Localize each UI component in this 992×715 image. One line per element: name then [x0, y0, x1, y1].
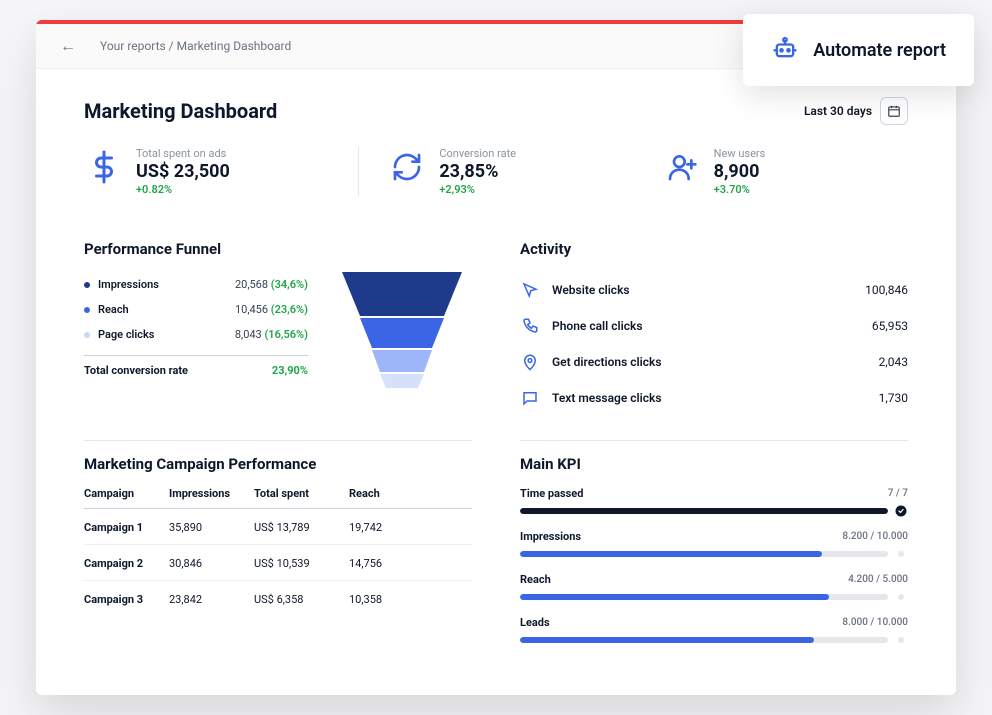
activity-row-website: Website clicks 100,846 — [520, 272, 908, 308]
kpi-item: Reach 4.200 / 5.000 — [520, 573, 908, 604]
metric-value: US$ 23,500 — [136, 161, 230, 182]
kpi-value: 7 / 7 — [888, 488, 908, 499]
th-reach: Reach — [349, 487, 419, 500]
check-circle-icon — [894, 504, 908, 518]
breadcrumb[interactable]: Your reports / Marketing Dashboard — [100, 39, 291, 53]
metric-value: 23,85% — [439, 161, 516, 182]
date-range-label: Last 30 days — [804, 104, 872, 118]
activity-list: Website clicks 100,846 Phone call clicks… — [520, 272, 908, 416]
table-row: Campaign 1 35,890 US$ 13,789 19,742 — [84, 509, 472, 545]
kpi-list: Time passed 7 / 7 Impressions 8.200 / 10… — [520, 487, 908, 647]
robot-icon — [771, 34, 799, 66]
automate-report-label: Automate report — [813, 40, 946, 61]
metric-label: New users — [714, 147, 766, 160]
metric-change: +2,93% — [439, 183, 516, 196]
activity-row-phone: Phone call clicks 65,953 — [520, 308, 908, 344]
message-icon — [520, 388, 540, 408]
pin-icon — [520, 352, 540, 372]
metric-total-spent: Total spent on ads US$ 23,500 +0.82% — [84, 147, 330, 196]
funnel-row-reach: Reach 10,456 (23,6%) — [84, 297, 308, 322]
refresh-icon — [387, 147, 427, 187]
cursor-icon — [520, 280, 540, 300]
automate-report-button[interactable]: Automate report — [743, 14, 974, 86]
metric-value: 8,900 — [714, 161, 766, 182]
th-impressions: Impressions — [169, 487, 254, 500]
activity-section-title: Activity — [520, 240, 908, 258]
funnel-section-title: Performance Funnel — [84, 240, 472, 258]
funnel-chart — [332, 272, 472, 392]
th-campaign: Campaign — [84, 487, 169, 500]
calendar-icon[interactable] — [880, 97, 908, 125]
metric-conversion-rate: Conversion rate 23,85% +2,93% — [387, 147, 633, 196]
funnel-row-impressions: Impressions 20,568 (34,6%) — [84, 272, 308, 297]
kpi-value: 4.200 / 5.000 — [848, 574, 908, 585]
kpi-label: Reach — [520, 573, 551, 586]
kpi-item: Time passed 7 / 7 — [520, 487, 908, 518]
metric-change: +3.70% — [714, 183, 766, 196]
kpi-item: Impressions 8.200 / 10.000 — [520, 530, 908, 561]
table-row: Campaign 2 30,846 US$ 10,539 14,756 — [84, 545, 472, 581]
phone-icon — [520, 316, 540, 336]
th-spent: Total spent — [254, 487, 349, 500]
table-row: Campaign 3 23,842 US$ 6,358 10,358 — [84, 581, 472, 616]
activity-row-message: Text message clicks 1,730 — [520, 380, 908, 416]
kpi-bar — [520, 637, 888, 643]
dot-icon — [894, 590, 908, 604]
kpi-value: 8.000 / 10.000 — [842, 617, 908, 628]
campaigns-section-title: Marketing Campaign Performance — [84, 455, 472, 473]
funnel-legend: Impressions 20,568 (34,6%) Reach 10,456 … — [84, 272, 308, 392]
funnel-total-label: Total conversion rate — [84, 364, 188, 377]
metric-new-users: New users 8,900 +3.70% — [662, 147, 908, 196]
dollar-icon — [84, 147, 124, 187]
page-title: Marketing Dashboard — [84, 99, 277, 123]
dot-icon — [894, 547, 908, 561]
kpi-label: Leads — [520, 616, 550, 629]
metric-label: Conversion rate — [439, 147, 516, 160]
metric-label: Total spent on ads — [136, 147, 230, 160]
kpi-label: Time passed — [520, 487, 583, 500]
kpi-bar — [520, 551, 888, 557]
kpi-value: 8.200 / 10.000 — [842, 531, 908, 542]
metric-change: +0.82% — [136, 183, 230, 196]
campaign-table: Campaign Impressions Total spent Reach C… — [84, 487, 472, 616]
funnel-row-page-clicks: Page clicks 8,043 (16,56%) — [84, 322, 308, 347]
funnel-total-value: 23,90% — [272, 364, 308, 377]
kpi-label: Impressions — [520, 530, 581, 543]
kpi-section-title: Main KPI — [520, 455, 908, 473]
app-window: ← Your reports / Marketing Dashboard Mar… — [36, 20, 956, 695]
dot-icon — [894, 633, 908, 647]
activity-row-directions: Get directions clicks 2,043 — [520, 344, 908, 380]
back-arrow-icon[interactable]: ← — [60, 36, 76, 56]
kpi-item: Leads 8.000 / 10.000 — [520, 616, 908, 647]
kpi-bar — [520, 594, 888, 600]
user-plus-icon — [662, 147, 702, 187]
date-range-selector[interactable]: Last 30 days — [804, 97, 908, 125]
kpi-bar — [520, 508, 888, 514]
